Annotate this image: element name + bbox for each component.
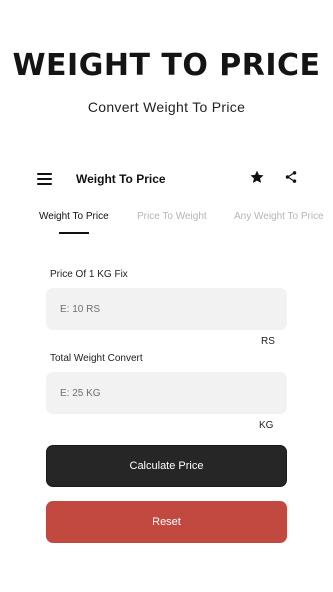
price-unit: RS [261, 336, 275, 347]
promo-subline: Convert Weight To Price [87, 99, 246, 115]
promo-headline: WEIGHT TO PRICE [12, 48, 321, 83]
price-input[interactable] [46, 288, 287, 330]
calculate-price-label: Calculate Price [129, 460, 204, 472]
weight-label: Total Weight Convert [50, 353, 143, 364]
tab-price-to-weight[interactable]: Price To Weight [137, 211, 207, 222]
weight-input[interactable] [46, 372, 287, 414]
calculate-price-button[interactable]: Calculate Price [46, 445, 287, 487]
tab-weight-to-price[interactable]: Weight To Price [39, 211, 109, 222]
share-icon[interactable] [284, 170, 298, 184]
active-tab-indicator [59, 232, 89, 234]
reset-button[interactable]: Reset [46, 501, 287, 543]
app-toolbar: Weight To Price [0, 164, 333, 194]
tab-any-weight-to-price[interactable]: Any Weight To Price [234, 211, 324, 222]
reset-label: Reset [152, 516, 181, 528]
hamburger-menu-icon[interactable] [37, 173, 52, 185]
price-label: Price Of 1 KG Fix [50, 269, 128, 280]
star-icon[interactable] [249, 169, 265, 185]
tab-bar: Weight To Price Price To Weight Any Weig… [0, 208, 333, 238]
app-title: Weight To Price [76, 172, 166, 186]
weight-unit: KG [259, 420, 274, 431]
